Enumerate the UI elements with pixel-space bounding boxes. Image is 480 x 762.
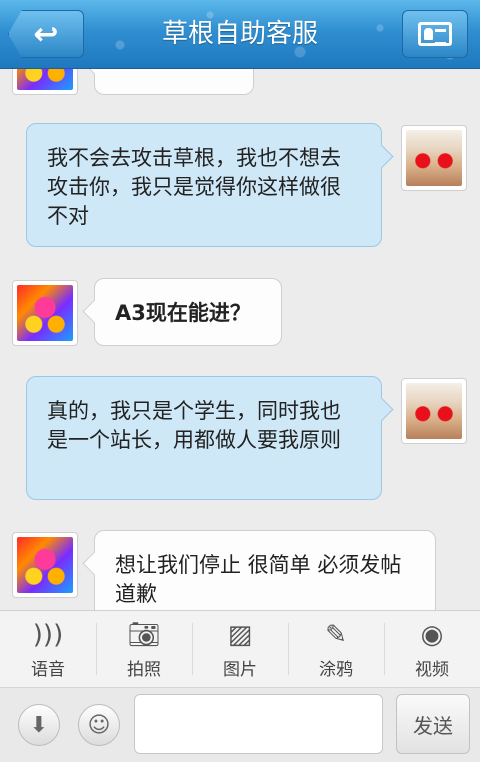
chat-area[interactable]: 我不会去攻击草根，我也不想去攻击你，我只是觉得你这样做很不对 A3现在能进？ 真… — [0, 69, 480, 610]
video-button[interactable]: ◉ 视频 — [384, 611, 480, 687]
avatar-self[interactable] — [401, 125, 467, 191]
down-arrow-button[interactable]: ⬇ — [18, 704, 60, 746]
send-button[interactable]: 发送 — [396, 694, 470, 754]
picture-button[interactable]: ▨ 图片 — [192, 611, 288, 687]
message-bubble[interactable]: 我不会去攻击草根，我也不想去攻击你，我只是觉得你这样做很不对 — [26, 123, 382, 247]
message-bubble[interactable]: A3现在能进？ — [94, 278, 282, 346]
voice-wave-icon: ))) — [32, 619, 64, 650]
brush-icon: ✎ — [325, 619, 347, 650]
back-button[interactable]: ↩ — [8, 10, 84, 58]
message-input[interactable] — [134, 694, 383, 754]
doodle-button[interactable]: ✎ 涂鸦 — [288, 611, 384, 687]
contact-card-button[interactable] — [402, 10, 468, 58]
title-bar: ↩ 草根自助客服 — [0, 0, 480, 69]
return-arrow-icon: ↩ — [33, 16, 59, 52]
input-bar: ⬇ ☺ 发送 — [0, 688, 480, 762]
avatar-service[interactable] — [12, 532, 78, 598]
camera-icon: 📷︎ — [127, 619, 161, 650]
message-bubble[interactable]: 想让我们停止 很简单 必须发帖道歉 — [94, 530, 436, 610]
message-bubble[interactable]: 真的，我只是个学生，同时我也是一个站长，用都做人要我原则 — [26, 376, 382, 500]
smiley-icon: ☺ — [87, 712, 111, 738]
voice-button[interactable]: ))) 语音 — [0, 611, 96, 687]
media-toolbar: ))) 语音 📷︎ 拍照 ▨ 图片 ✎ 涂鸦 ◉ 视频 — [0, 610, 480, 688]
emoji-button[interactable]: ☺ — [78, 704, 120, 746]
contact-card-icon — [418, 22, 452, 46]
down-arrow-icon: ⬇ — [29, 712, 49, 738]
avatar-service[interactable] — [12, 69, 78, 95]
avatar-service[interactable] — [12, 280, 78, 346]
webcam-icon: ◉ — [420, 619, 444, 650]
page-title: 草根自助客服 — [161, 19, 318, 49]
message-bubble[interactable] — [94, 69, 254, 95]
avatar-self[interactable] — [401, 378, 467, 444]
picture-icon: ▨ — [227, 619, 253, 650]
photo-button[interactable]: 📷︎ 拍照 — [96, 611, 192, 687]
